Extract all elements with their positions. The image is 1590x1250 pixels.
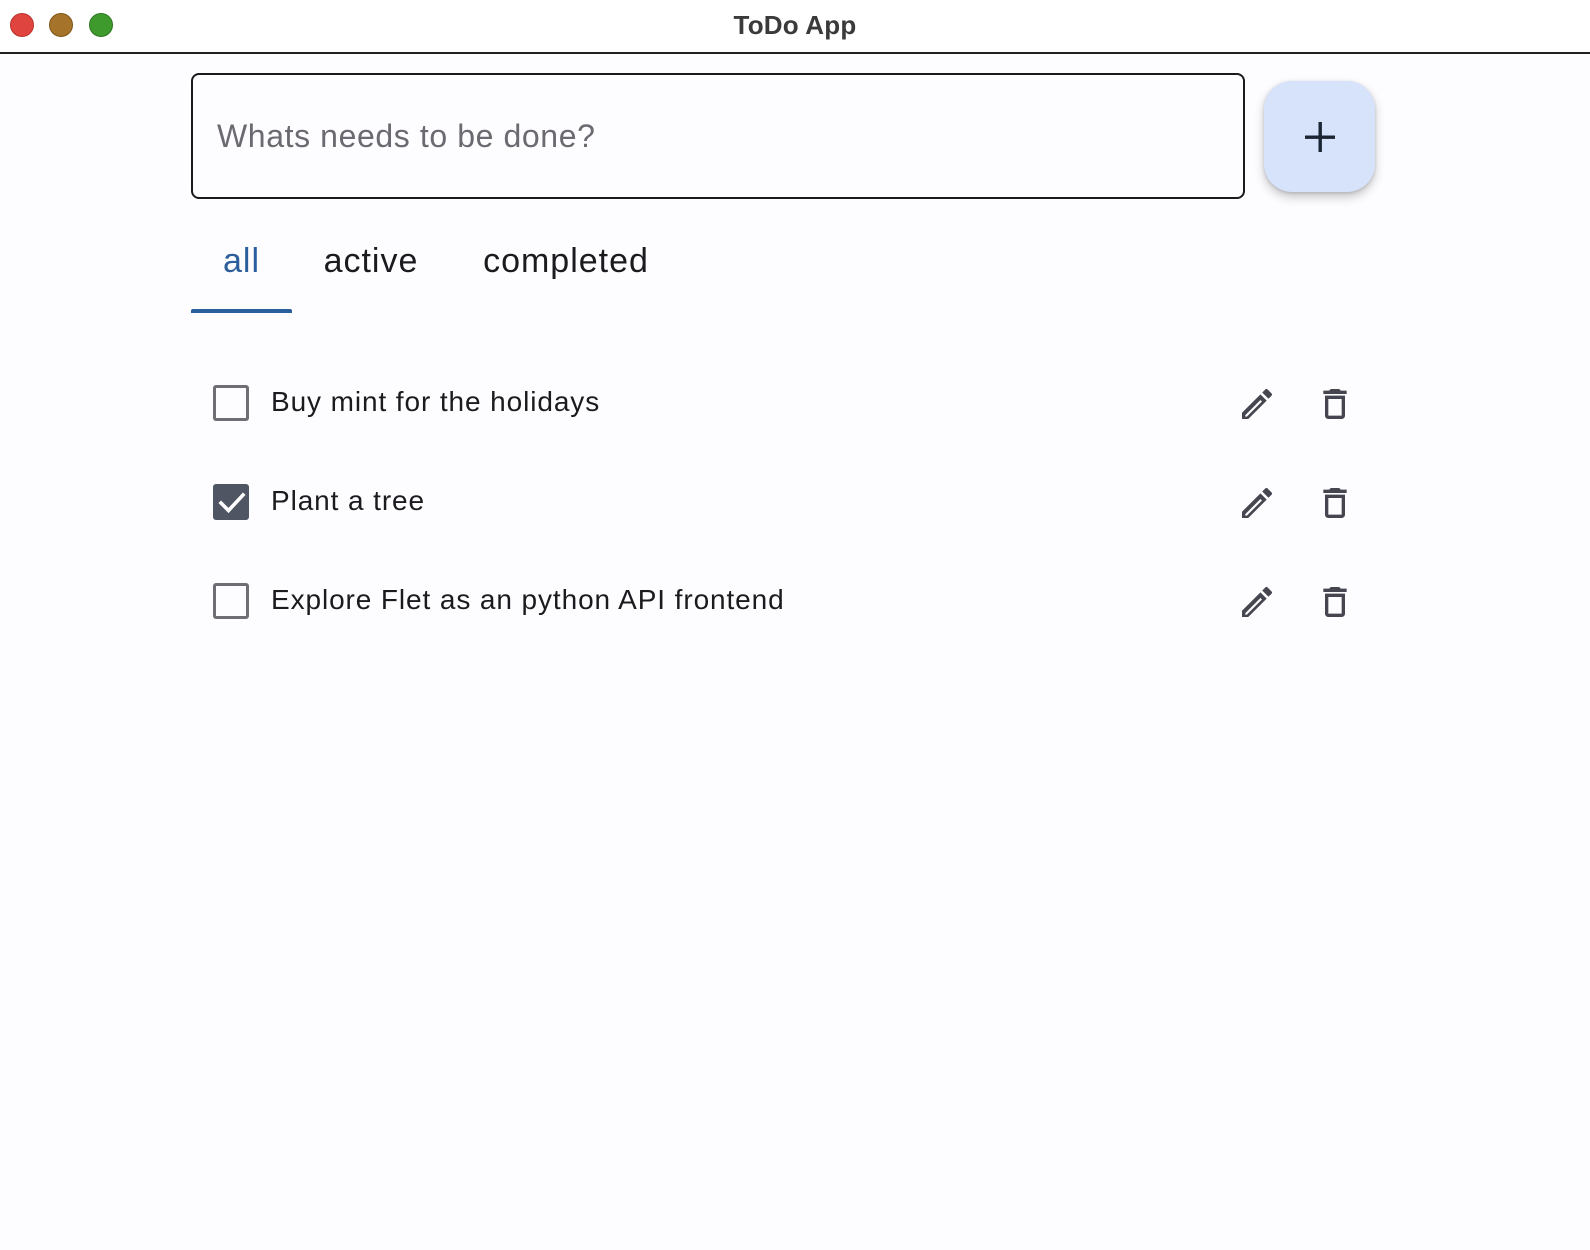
tab-completed-label: completed <box>483 242 649 280</box>
trash-icon <box>1323 587 1347 617</box>
pencil-icon <box>1242 586 1273 617</box>
tab-active-label: active <box>323 242 419 280</box>
window-title: ToDo App <box>733 10 857 40</box>
new-task-field <box>191 73 1245 199</box>
app-window: ToDo App all active completed Buy mint f… <box>0 0 1590 1250</box>
task-row: Buy mint for the holidays <box>191 373 1371 433</box>
task-checkbox[interactable] <box>213 484 249 520</box>
edit-task-button[interactable] <box>1233 380 1281 428</box>
checkmark-icon <box>218 492 246 514</box>
delete-task-button[interactable] <box>1311 578 1359 626</box>
edit-task-button[interactable] <box>1233 479 1281 527</box>
tab-completed[interactable]: completed <box>460 242 672 314</box>
plus-icon <box>1304 121 1335 152</box>
add-task-button[interactable] <box>1264 81 1375 192</box>
title-bar: ToDo App <box>0 0 1590 54</box>
task-checkbox[interactable] <box>213 583 249 619</box>
trash-icon <box>1323 389 1347 419</box>
task-label: Buy mint for the holidays <box>271 386 601 417</box>
tab-active[interactable]: active <box>300 242 442 314</box>
task-row: Plant a tree <box>191 472 1371 532</box>
task-checkbox[interactable] <box>213 385 249 421</box>
pencil-icon <box>1242 487 1273 518</box>
tab-all[interactable]: all <box>191 242 292 314</box>
task-label: Plant a tree <box>271 485 425 516</box>
new-task-input[interactable] <box>193 75 1243 197</box>
task-row: Explore Flet as an python API frontend <box>191 571 1371 631</box>
tab-all-label: all <box>222 242 261 280</box>
tab-indicator <box>191 309 292 313</box>
pencil-icon <box>1242 388 1273 419</box>
edit-task-button[interactable] <box>1233 578 1281 626</box>
task-label: Explore Flet as an python API frontend <box>271 584 785 615</box>
trash-icon <box>1323 488 1347 518</box>
delete-task-button[interactable] <box>1311 380 1359 428</box>
delete-task-button[interactable] <box>1311 479 1359 527</box>
